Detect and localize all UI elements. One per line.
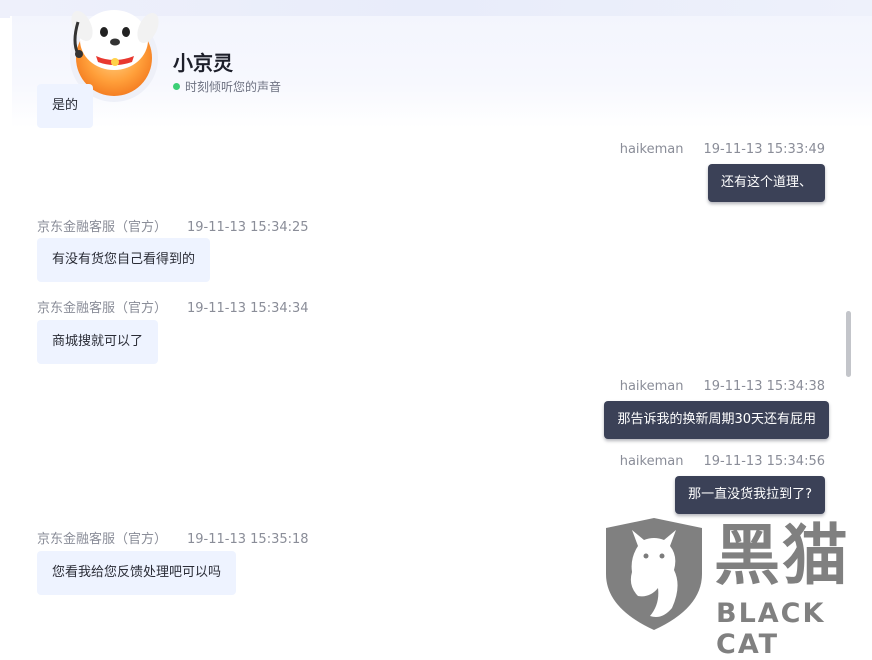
- message-meta: 京东金融客服（官方） 19-11-13 15:34:25: [37, 216, 309, 235]
- message-bubble-incoming: 您看我给您反馈处理吧可以吗: [37, 551, 237, 595]
- message-meta: 京东金融客服（官方） 19-11-13 15:34:34: [37, 297, 309, 316]
- message-bubble-outgoing: 还有这个道理、: [707, 164, 825, 202]
- sender-name: 京东金融客服（官方）: [37, 532, 168, 547]
- timestamp: 19-11-13 15:34:25: [187, 220, 309, 235]
- message-bubble-outgoing: 那一直没货我拉到了?: [675, 476, 825, 514]
- message-meta: haikeman 19-11-13 15:34:56: [620, 454, 825, 469]
- timestamp: 19-11-13 15:33:49: [703, 142, 825, 157]
- message-meta: 京东金融客服（官方） 19-11-13 15:35:18: [37, 528, 309, 547]
- watermark-text-en: BLACK CAT: [716, 598, 826, 660]
- sender-name: haikeman: [619, 142, 684, 157]
- scrollbar-thumb[interactable]: [846, 311, 851, 377]
- message-meta: haikeman 19-11-13 15:34:38: [620, 379, 825, 394]
- message-bubble-incoming: 有没有货您自己看得到的: [37, 238, 211, 282]
- black-cat-watermark: 黑猫 BLACK CAT: [600, 516, 872, 660]
- watermark-text-cn: 黑猫: [714, 517, 850, 594]
- message-bubble-incoming: 是的: [37, 84, 94, 128]
- message-bubble-outgoing: 那告诉我的换新周期30天还有屁用: [604, 401, 829, 439]
- timestamp: 19-11-13 15:34:38: [703, 379, 825, 394]
- timestamp: 19-11-13 15:34:34: [187, 301, 309, 316]
- sender-name: haikeman: [619, 379, 684, 394]
- sender-name: 京东金融客服（官方）: [37, 301, 168, 316]
- sender-name: 京东金融客服（官方）: [37, 220, 168, 235]
- timestamp: 19-11-13 15:34:56: [703, 454, 825, 469]
- cat-shield-icon: [606, 518, 702, 630]
- timestamp: 19-11-13 15:35:18: [187, 532, 309, 547]
- sender-name: haikeman: [619, 454, 684, 469]
- message-bubble-incoming: 商城搜就可以了: [37, 320, 159, 364]
- message-meta: haikeman 19-11-13 15:33:49: [620, 142, 825, 157]
